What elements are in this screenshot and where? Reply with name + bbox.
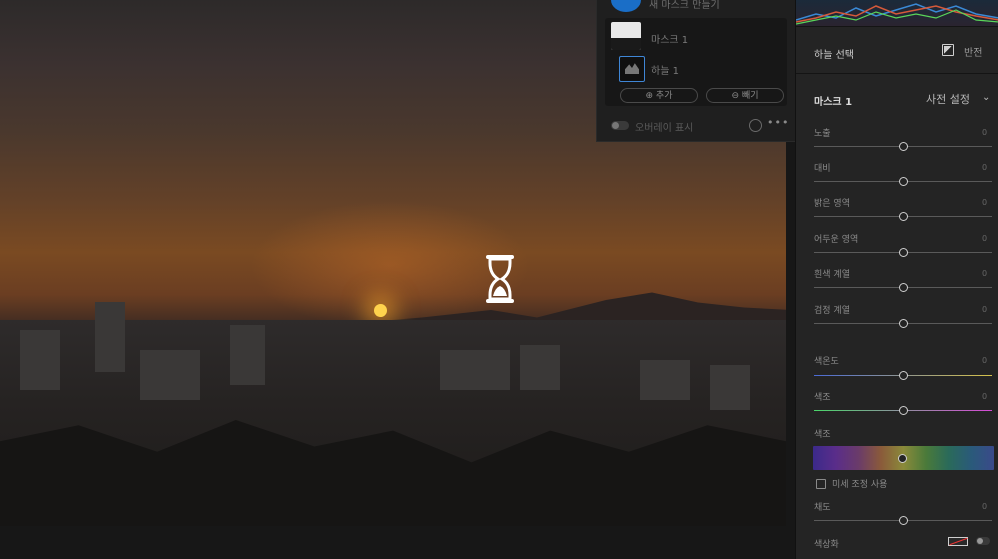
slider-label-saturation: 채도 [814, 503, 831, 513]
mask-list: 마스크 1 하늘 1 ⊕ 추가 ⊖ 빼기 [605, 18, 787, 106]
slider-value-blacks[interactable]: 0 [982, 305, 987, 314]
sub-mask-name[interactable]: 하늘 1 [651, 62, 679, 77]
hourglass-icon [486, 255, 514, 303]
colorize-swatch-icon[interactable] [948, 537, 968, 546]
building [520, 345, 560, 390]
slider-knob-highlights[interactable] [899, 212, 908, 221]
slider-value-tint[interactable]: 0 [982, 392, 987, 401]
slider-knob-contrast[interactable] [899, 177, 908, 186]
slider-label-tint: 색조 [814, 393, 831, 403]
add-mask-plus-icon[interactable] [611, 0, 641, 12]
sky-select-label: 하늘 선택 [814, 50, 854, 61]
add-button[interactable]: ⊕ 추가 [620, 88, 698, 103]
histogram [796, 0, 998, 26]
fine-adjust-label: 미세 조정 사용 [832, 480, 888, 490]
more-options-icon[interactable]: ••• [767, 116, 789, 129]
divider [796, 73, 998, 74]
subtract-label: 빼기 [741, 91, 759, 101]
slider-label-whites: 흰색 계열 [814, 270, 850, 280]
fine-adjust-checkbox[interactable] [816, 479, 826, 489]
overlay-toggle[interactable] [611, 121, 629, 130]
slider-value-whites[interactable]: 0 [982, 269, 987, 278]
add-icon: ⊕ [645, 91, 656, 101]
slider-label-blacks: 검정 계열 [814, 306, 850, 316]
slider-value-contrast[interactable]: 0 [982, 163, 987, 172]
building [140, 350, 200, 400]
building [230, 325, 265, 385]
slider-label-exposure: 노출 [814, 129, 831, 139]
subtract-icon: ⊖ [731, 91, 742, 101]
slider-label-temperature: 색온도 [814, 357, 839, 367]
subtract-button[interactable]: ⊖ 빼기 [706, 88, 784, 103]
building [20, 330, 60, 390]
slider-knob-exposure[interactable] [899, 142, 908, 151]
building [710, 365, 750, 410]
mask-title: 마스크 1 [814, 97, 853, 108]
chevron-down-icon[interactable]: ⌄ [982, 92, 990, 103]
slider-value-highlights[interactable]: 0 [982, 198, 987, 207]
slider-label-contrast: 대비 [814, 164, 831, 174]
slider-value-saturation[interactable]: 0 [982, 502, 987, 511]
mask-adjustments-panel: 하늘 선택 반전 마스크 1 사전 설정 ⌄ 노출 0 대비 0 밝은 영역 0… [795, 0, 998, 559]
slider-knob-temperature[interactable] [899, 371, 908, 380]
slider-value-temperature[interactable]: 0 [982, 356, 987, 365]
building [640, 360, 690, 400]
slider-knob-blacks[interactable] [899, 319, 908, 328]
slider-knob-hue[interactable] [898, 454, 907, 463]
slider-label-highlights: 밝은 영역 [814, 199, 850, 209]
mask-thumbnail[interactable] [611, 22, 641, 50]
hue-slider[interactable] [813, 446, 994, 470]
overlay-label: 오버레이 표시 [635, 123, 694, 134]
colorize-label: 색상화 [814, 540, 839, 550]
slider-knob-saturation[interactable] [899, 516, 908, 525]
slider-label-shadows: 어두운 영역 [814, 235, 859, 245]
invert-icon[interactable] [942, 44, 954, 56]
slider-knob-whites[interactable] [899, 283, 908, 292]
building [440, 350, 510, 390]
building [95, 302, 125, 372]
invert-button[interactable]: 반전 [964, 44, 982, 59]
preset-dropdown[interactable]: 사전 설정 [926, 91, 970, 107]
colorize-toggle[interactable] [976, 537, 990, 545]
sky-mask-icon[interactable] [619, 56, 645, 82]
add-label: 추가 [655, 91, 673, 101]
divider [796, 26, 998, 27]
slider-knob-shadows[interactable] [899, 248, 908, 257]
sun [374, 304, 387, 317]
slider-value-exposure[interactable]: 0 [982, 128, 987, 137]
mask-name[interactable]: 마스크 1 [651, 31, 688, 46]
slider-label-hue: 색조 [814, 430, 831, 440]
overlay-color-icon[interactable] [749, 119, 762, 132]
slider-knob-tint[interactable] [899, 406, 908, 415]
slider-value-shadows[interactable]: 0 [982, 234, 987, 243]
masks-panel: 새 마스크 만들기 마스크 1 하늘 1 ⊕ 추가 ⊖ 빼기 오버레이 표시 •… [596, 0, 795, 142]
create-new-mask-label[interactable]: 새 마스크 만들기 [649, 0, 720, 11]
